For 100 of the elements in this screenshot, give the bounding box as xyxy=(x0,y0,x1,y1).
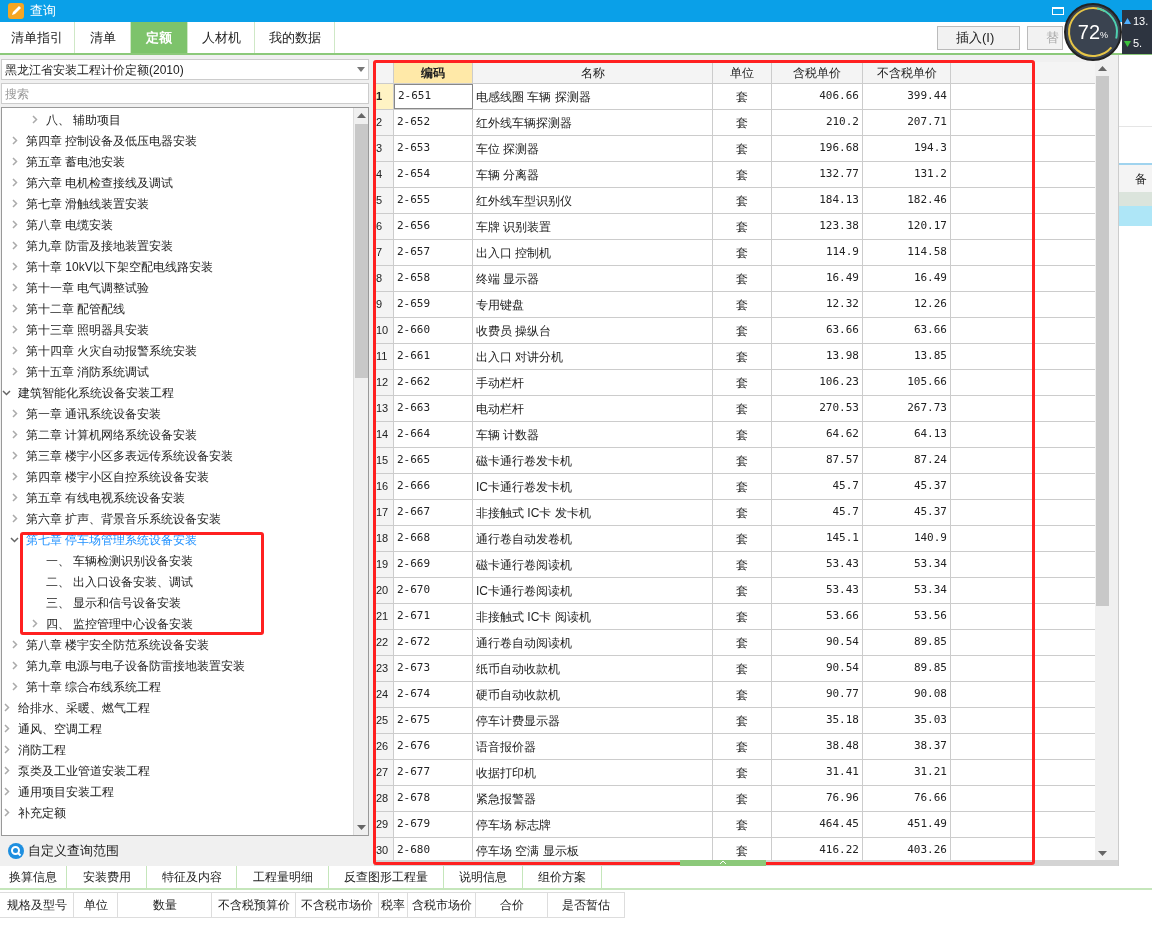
tab[interactable]: 说明信息 xyxy=(444,866,523,888)
table-cell: IC卡通行卷阅读机 xyxy=(473,578,713,603)
tab[interactable]: 特征及内容 xyxy=(147,866,237,888)
tree-item[interactable]: 第十章 综合布线系统工程 xyxy=(26,677,162,696)
tree-item[interactable]: 第十二章 配管配线 xyxy=(26,299,126,318)
row-number: 29 xyxy=(374,812,394,837)
table-cell: IC卡通行卷发卡机 xyxy=(473,474,713,499)
table-cell: 2-664 xyxy=(394,422,473,447)
tree-item[interactable]: 第二章 计算机网络系统设备安装 xyxy=(26,425,198,444)
tree-item[interactable]: 四、 监控管理中心设备安装 xyxy=(46,614,194,633)
table-cell: 套 xyxy=(713,344,772,369)
table-cell: 2-651 xyxy=(394,84,473,109)
table-cell: 464.45 xyxy=(772,812,863,837)
table-cell: 套 xyxy=(713,266,772,291)
column-header[interactable]: 是否暂估 xyxy=(547,892,625,918)
tab[interactable]: 换算信息 xyxy=(0,866,67,888)
tree-item[interactable]: 第九章 电源与电子设备防雷接地装置安装 xyxy=(26,656,246,675)
tree-item[interactable]: 第十四章 火灾自动报警系统安装 xyxy=(26,341,198,360)
tree-item[interactable]: 一、 车辆检测识别设备安装 xyxy=(46,551,194,570)
tree-item[interactable]: 第十一章 电气调整试验 xyxy=(26,278,150,297)
table-cell: 90.54 xyxy=(772,630,863,655)
tree-item[interactable]: 第九章 防雷及接地装置安装 xyxy=(26,236,174,255)
tree-item[interactable]: 第四章 楼宇小区自控系统设备安装 xyxy=(26,467,210,486)
tree-item[interactable]: 第六章 扩声、背景音乐系统设备安装 xyxy=(26,509,222,528)
tree-item[interactable]: 补充定额 xyxy=(18,803,66,822)
tree-item[interactable]: 第十三章 照明器具安装 xyxy=(26,320,150,339)
table-cell: 13.98 xyxy=(772,344,863,369)
tree-item[interactable]: 第五章 有线电视系统设备安装 xyxy=(26,488,186,507)
column-header[interactable]: 单位 xyxy=(713,62,772,83)
table-cell: 2-669 xyxy=(394,552,473,577)
tree-item[interactable]: 通用项目安装工程 xyxy=(18,782,114,801)
column-header[interactable]: 含税单价 xyxy=(772,62,863,83)
tree-item[interactable]: 消防工程 xyxy=(18,740,66,759)
tree-item[interactable]: 第七章 滑触线装置安装 xyxy=(26,194,150,213)
tree-item[interactable]: 泵类及工业管道安装工程 xyxy=(18,761,150,780)
row-number: 3 xyxy=(374,136,394,161)
table-cell: 套 xyxy=(713,396,772,421)
tab[interactable]: 组价方案 xyxy=(523,866,602,888)
table-cell: 2-667 xyxy=(394,500,473,525)
column-header[interactable]: 不含税单价 xyxy=(863,62,951,83)
column-header[interactable]: 规格及型号 xyxy=(0,892,74,918)
tree-item[interactable]: 给排水、采暖、燃气工程 xyxy=(18,698,150,717)
table-cell: 76.66 xyxy=(863,786,951,811)
tree-item[interactable]: 第十五章 消防系统调试 xyxy=(26,362,150,381)
column-header[interactable]: 单位 xyxy=(73,892,118,918)
table-cell: 87.57 xyxy=(772,448,863,473)
column-header[interactable]: 数量 xyxy=(117,892,212,918)
tree-item[interactable]: 第一章 通讯系统设备安装 xyxy=(26,404,162,423)
table-cell: 406.66 xyxy=(772,84,863,109)
column-header[interactable]: 名称 xyxy=(473,62,713,83)
table-cell: 31.21 xyxy=(863,760,951,785)
tree-item[interactable]: 第六章 电机检查接线及调试 xyxy=(26,173,174,192)
table-cell: 非接触式 IC卡 发卡机 xyxy=(473,500,713,525)
row-number: 5 xyxy=(374,188,394,213)
tree-item[interactable]: 第十章 10kV以下架空配电线路安装 xyxy=(26,257,213,276)
row-number: 18 xyxy=(374,526,394,551)
table-cell: 套 xyxy=(713,110,772,135)
column-header[interactable]: 税率 xyxy=(378,892,408,918)
table-cell: 停车计费显示器 xyxy=(473,708,713,733)
table-cell: 套 xyxy=(713,786,772,811)
window-title: 查询 xyxy=(30,2,56,21)
table-cell: 76.96 xyxy=(772,786,863,811)
table-cell: 132.77 xyxy=(772,162,863,187)
toolbar-button[interactable]: 插入(I) xyxy=(937,25,1020,50)
custom-scope-link[interactable]: 自定义查询范围 xyxy=(28,841,119,861)
table-cell: 套 xyxy=(713,448,772,473)
tree-item[interactable]: 第四章 控制设备及低压电器安装 xyxy=(26,131,198,150)
column-header[interactable]: 编码 xyxy=(394,62,473,83)
table-cell: 53.43 xyxy=(772,552,863,577)
table-cell: 89.85 xyxy=(863,630,951,655)
column-header[interactable]: 含税市场价 xyxy=(407,892,476,918)
table-cell: 2-680 xyxy=(394,838,473,860)
library-dropdown[interactable]: 黑龙江省安装工程计价定额(2010) xyxy=(1,59,369,80)
column-header[interactable]: 合价 xyxy=(475,892,548,918)
table-cell: 2-660 xyxy=(394,318,473,343)
tab[interactable]: 反查图形工程量 xyxy=(329,866,444,888)
tree-item[interactable]: 建筑智能化系统设备安装工程 xyxy=(18,383,174,402)
tree-item[interactable]: 通风、空调工程 xyxy=(18,719,102,738)
table-cell: 套 xyxy=(713,708,772,733)
tab[interactable]: 安装费用 xyxy=(67,866,147,888)
tab[interactable]: 工程量明细 xyxy=(237,866,329,888)
column-header[interactable]: 不含税预算价 xyxy=(211,892,296,918)
tree-item[interactable]: 八、 辅助项目 xyxy=(46,110,122,129)
table-cell: 磁卡通行卷发卡机 xyxy=(473,448,713,473)
table-cell: 140.9 xyxy=(863,526,951,551)
column-header[interactable]: 不含税市场价 xyxy=(295,892,379,918)
table-cell: 出入口 对讲分机 xyxy=(473,344,713,369)
table-cell: 53.56 xyxy=(863,604,951,629)
tree-item[interactable]: 第八章 楼宇安全防范系统设备安装 xyxy=(26,635,210,654)
tree-item[interactable]: 第三章 楼宇小区多表远传系统设备安装 xyxy=(26,446,234,465)
table-cell: 套 xyxy=(713,84,772,109)
column-header[interactable]: 备 xyxy=(1119,165,1152,192)
row-number: 27 xyxy=(374,760,394,785)
search-field[interactable]: 搜索 xyxy=(1,83,369,104)
table-cell: 套 xyxy=(713,526,772,551)
tree-item[interactable]: 第五章 蓄电池安装 xyxy=(26,152,126,171)
table-cell: 53.66 xyxy=(772,604,863,629)
tree-item[interactable]: 第八章 电缆安装 xyxy=(26,215,114,234)
tree-item[interactable]: 二、 出入口设备安装、调试 xyxy=(46,572,194,591)
tree-item[interactable]: 三、 显示和信号设备安装 xyxy=(46,593,182,612)
